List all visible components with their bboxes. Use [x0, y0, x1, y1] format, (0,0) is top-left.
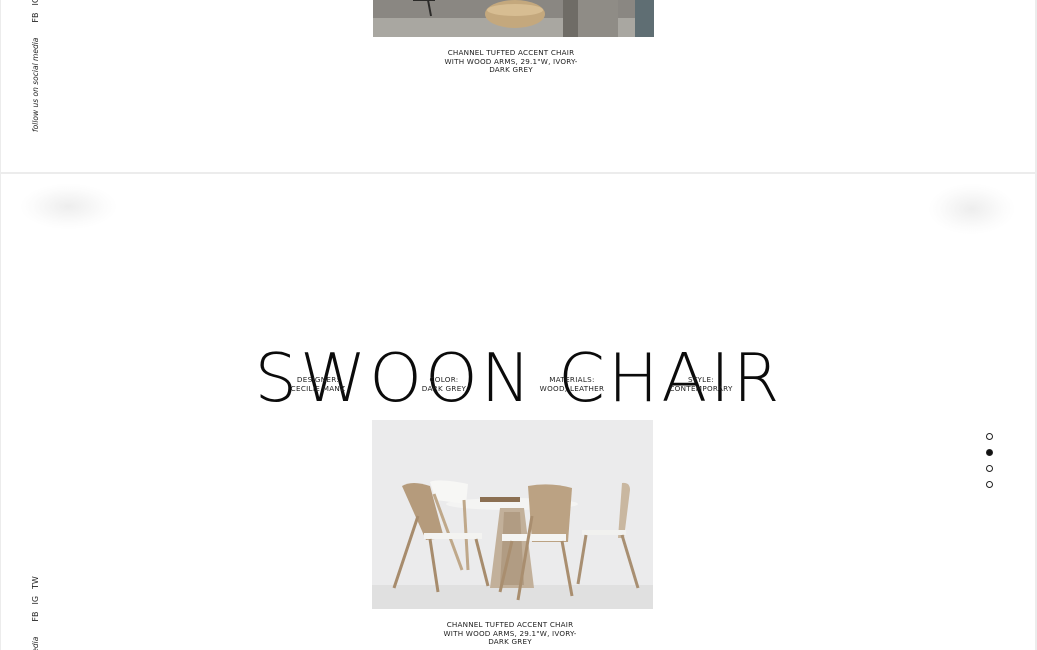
product-specs: DESIGNER: CECILIE MANZ COLOR: DARK GREY …	[0, 375, 1037, 396]
product-image-current	[372, 420, 653, 609]
social-link-fb[interactable]: FB	[31, 13, 40, 23]
product-caption-current: CHANNEL TUFTED ACCENT CHAIR WITH WOOD AR…	[443, 620, 577, 647]
spec-style: STYLE: CONTEMPORARY	[646, 375, 756, 393]
pagination-dot-1[interactable]	[986, 433, 993, 440]
follow-text-cropped: media	[31, 636, 40, 650]
social-link-fb-bottom[interactable]: FB	[31, 612, 40, 622]
slide-pagination	[986, 433, 996, 497]
pagination-dot-3[interactable]	[986, 465, 993, 472]
social-strip-bottom: media FB IG TW	[31, 576, 40, 650]
decorative-blur-right	[929, 184, 1014, 234]
social-link-ig[interactable]: IG	[31, 0, 40, 6]
spec-designer-value: CECILIE MANZ	[290, 383, 346, 393]
decorative-blur-left	[21, 184, 116, 229]
spec-color: COLOR: DARK GREY	[389, 375, 499, 393]
social-link-tw-bottom[interactable]: TW	[31, 576, 40, 589]
product-caption-previous: CHANNEL TUFTED ACCENT CHAIR WITH WOOD AR…	[444, 48, 578, 75]
pagination-dot-4[interactable]	[986, 481, 993, 488]
spec-color-value: DARK GREY	[421, 383, 467, 393]
social-link-ig-bottom[interactable]: IG	[31, 596, 40, 605]
spec-materials: MATERIALS: WOOD, LEATHER	[517, 375, 627, 393]
page: CHANNEL TUFTED ACCENT CHAIR WITH WOOD AR…	[0, 0, 1037, 650]
product-image-previous	[373, 0, 654, 37]
social-strip-top: follow us on social mediaFBIGTW	[31, 0, 40, 132]
living-room-photo	[373, 0, 654, 37]
follow-text: follow us on social media	[31, 37, 40, 132]
spec-designer: DESIGNER: CECILIE MANZ	[263, 375, 373, 393]
dining-chairs-photo	[372, 420, 653, 609]
spec-style-value: CONTEMPORARY	[669, 383, 733, 393]
product-section-previous: CHANNEL TUFTED ACCENT CHAIR WITH WOOD AR…	[1, 0, 1035, 172]
pagination-dot-2-active[interactable]	[986, 449, 993, 456]
spec-materials-value: WOOD, LEATHER	[539, 383, 605, 393]
